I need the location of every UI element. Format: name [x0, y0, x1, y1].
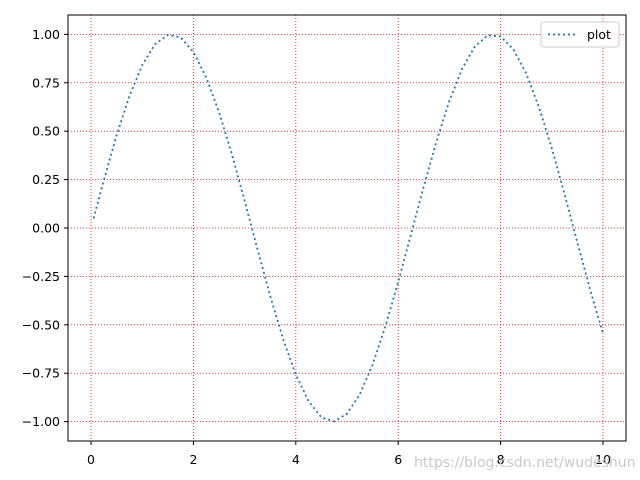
- figure-background: [0, 0, 640, 480]
- x-tick-label: 4: [292, 452, 300, 467]
- y-tick-label: 0.00: [32, 221, 60, 236]
- y-tick-label: −0.50: [22, 317, 60, 332]
- y-tick-label: 0.50: [32, 124, 60, 139]
- x-tick-label: 0: [87, 452, 95, 467]
- watermark-text: https://blog.csdn.net/wudeshun: [414, 455, 636, 471]
- line-chart: 0 2 4 6 8 10 −1.00−0.75−0.50−0.250.000.250.50…: [0, 0, 640, 480]
- y-tick-label: 0.25: [32, 172, 60, 187]
- y-tick-label: −1.00: [22, 414, 60, 429]
- y-tick-label: 1.00: [32, 27, 60, 42]
- legend: plot: [540, 21, 620, 48]
- y-tick-label: 0.75: [32, 75, 60, 90]
- legend-label-plot: plot: [587, 27, 611, 42]
- y-tick-label: −0.75: [22, 366, 60, 381]
- x-tick-label: 2: [189, 452, 197, 467]
- y-tick-label: −0.25: [22, 269, 60, 284]
- x-tick-label: 6: [394, 452, 402, 467]
